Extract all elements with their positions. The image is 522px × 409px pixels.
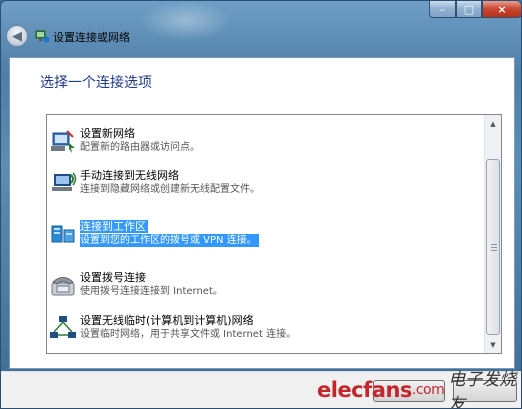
- scroll-up-button[interactable]: ▲: [485, 115, 501, 132]
- window-title: 设置连接或网络: [53, 31, 130, 44]
- option-description: 配置新的路由器或访问点。: [80, 142, 200, 153]
- back-arrow-icon: ◀: [12, 28, 22, 44]
- option-description: 设置临时网络，用于共享文件或 Internet 连接。: [80, 329, 297, 340]
- title-bar-glow: [141, 1, 231, 41]
- watermark-domain: .com: [411, 382, 445, 398]
- content-panel: 选择一个连接选项 设置新网络 配置新的路由器或访问点。 手动连接到无线网络 连接…: [9, 57, 515, 369]
- back-button[interactable]: ◀: [6, 25, 28, 47]
- watermark-brand: elecfans: [317, 378, 412, 402]
- scrollbar-grip: [491, 244, 497, 251]
- option-title: 手动连接到无线网络: [80, 169, 179, 182]
- dialup-phone-icon: [51, 277, 75, 296]
- wireless-manual-icon: [52, 172, 77, 191]
- scrollbar-thumb[interactable]: [486, 159, 500, 335]
- option-description: 连接到隐藏网络或创建新无线配置文件。: [80, 184, 260, 195]
- list-item-dialup[interactable]: 设置拨号连接 使用拨号连接连接到 Internet。: [47, 267, 485, 307]
- maximize-button[interactable]: □: [456, 1, 482, 18]
- maximize-icon: □: [463, 2, 475, 16]
- connection-options-list[interactable]: 设置新网络 配置新的路由器或访问点。 手动连接到无线网络 连接到隐藏网络或创建新…: [46, 114, 502, 354]
- minimize-icon: –: [439, 2, 446, 16]
- router-setup-icon: [51, 130, 75, 153]
- option-description: 使用拨号连接连接到 Internet。: [80, 286, 223, 297]
- list-item-manual-wireless[interactable]: 手动连接到无线网络 连接到隐藏网络或创建新无线配置文件。: [47, 165, 485, 205]
- chevron-up-icon: ▲: [490, 119, 496, 128]
- list-scrollbar[interactable]: ▲ ▼: [484, 115, 501, 353]
- title-bar[interactable]: – □ × ◀ 设置连接或网络: [1, 1, 521, 57]
- option-title: 连接到工作区: [80, 220, 148, 233]
- page-heading: 选择一个连接选项: [40, 75, 152, 91]
- option-title: 设置无线临时(计算机到计算机)网络: [80, 314, 254, 327]
- list-item-new-network[interactable]: 设置新网络 配置新的路由器或访问点。: [47, 123, 485, 163]
- watermark-cn: 电子发烧友: [448, 370, 517, 409]
- dialog-window: – □ × ◀ 设置连接或网络 选择一个连接选项 设置新网络 配置新的路由器或访…: [0, 0, 522, 409]
- option-title: 设置新网络: [80, 127, 135, 140]
- watermark: elecfans .com 电子发烧友: [317, 370, 521, 408]
- adhoc-network-icon: [50, 316, 76, 338]
- list-item-workplace[interactable]: 连接到工作区 设置到您的工作区的拨号或 VPN 连接。: [47, 216, 485, 256]
- minimize-button[interactable]: –: [429, 1, 456, 18]
- option-title: 设置拨号连接: [80, 271, 146, 284]
- close-icon: ×: [497, 2, 507, 16]
- close-button[interactable]: ×: [482, 1, 521, 18]
- list-item-adhoc[interactable]: 设置无线临时(计算机到计算机)网络 设置临时网络，用于共享文件或 Interne…: [47, 310, 485, 350]
- chevron-down-icon: ▼: [490, 340, 496, 349]
- option-description: 设置到您的工作区的拨号或 VPN 连接。: [80, 234, 259, 247]
- network-setup-icon: [35, 30, 50, 43]
- workplace-connection-icon: [51, 225, 75, 243]
- scroll-down-button[interactable]: ▼: [485, 336, 501, 353]
